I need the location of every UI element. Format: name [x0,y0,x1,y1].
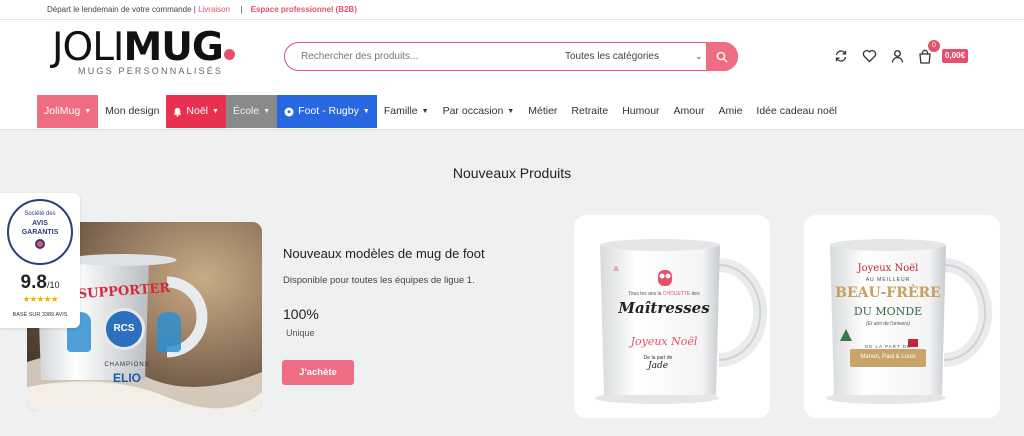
product-card-beau-frere[interactable]: Joyeux Noël AU MEILLEUR BEAU-FRÈRE DU MO… [804,215,1000,418]
nav-label: Famille [383,105,418,117]
nav-label: Retraite [571,105,609,117]
medal-icon [35,239,45,249]
review-score: 9.8/10 [0,272,80,294]
nav-label: Métier [528,105,558,117]
logo-text-bold: MUG [123,25,223,70]
nav-item-retraite[interactable]: Retraite [564,95,615,128]
nav-label: Noël [186,105,209,117]
topbar-separator: | [240,5,243,14]
nav-item-mon-design[interactable]: Mon design [98,95,166,128]
mug1-sign-name: Jade [647,361,669,371]
mug1-owl-word: CHOUETTE [662,291,691,297]
nav-item-foot-rugby[interactable]: Foot - Rugby ▼ [277,95,377,128]
mug1-line1: Tous les ans la CHOUETTE des [614,291,714,297]
chevron-down-icon: ▼ [212,108,219,115]
logo-text-light: JOLI [52,25,124,70]
cart-count-badge: 0 [928,40,940,52]
nav-item-jolimug[interactable]: JoliMug ▼ [37,95,99,128]
header-icons [833,46,933,66]
mug1-big-text: Maîtresses [618,299,710,317]
nav-item-idee-cadeau[interactable]: Idée cadeau noël [749,95,844,128]
nav-label: Amie [718,105,743,117]
nav-item-metier[interactable]: Métier [521,95,564,128]
mug1-line2-text: des [691,291,700,297]
top-info-bar: Départ le lendemain de votre commande | … [0,0,1024,20]
nav-item-amie[interactable]: Amie [711,95,749,128]
chevron-down-icon[interactable]: ⌄ [695,43,703,70]
category-select[interactable]: Toutes les catégories [565,43,659,70]
site-header: JOLIMUG MUGS PERSONNALISÉS Toutes les ca… [0,20,1024,130]
search-input[interactable] [301,43,551,70]
product-description: Disponible pour toutes les équipes de li… [283,275,475,286]
mug2-from-text: DE LA PART DE [864,344,911,349]
logo-tagline: MUGS PERSONNALISÉS [78,66,224,76]
chevron-down-icon: ▼ [421,108,429,115]
b2b-link[interactable]: Espace professionnel (B2B) [251,5,357,14]
compare-icon[interactable] [833,48,849,64]
mug2-top-text: Joyeux Noël [857,263,919,274]
chevron-down-icon: ▼ [507,108,515,115]
badge-line3: GARANTIS [21,229,59,236]
club-crest-icon: RCS [103,308,145,350]
star-rating-icon: ★★★★★ [22,294,58,304]
mug2-sub-text: AU MEILLEUR [865,277,911,283]
badge-line1: Société des [24,211,56,217]
ball-icon [284,107,294,116]
mug2-small-text: (Et ami de l'univers) [865,321,911,327]
site-logo[interactable]: JOLIMUG MUGS PERSONNALISÉS [52,28,242,80]
section-title: Nouveaux Produits [452,165,572,181]
product-card-maitresses[interactable]: Tous les ans la CHOUETTE des Maîtresses … [574,215,770,418]
mug2-big-text: BEAU-FRÈRE [835,285,941,301]
chevron-down-icon: ▼ [84,108,92,115]
nav-label: Foot - Rugby [298,105,359,117]
search-icon [716,51,728,62]
nav-item-humour[interactable]: Humour [615,95,666,128]
mug1-wish-text: Joyeux Noël [630,335,698,348]
delivery-link[interactable]: Livraison [198,5,230,14]
nav-label: Humour [622,105,660,117]
mug2-names-text: Manon, Paul & Louis [860,354,916,360]
review-score-value: 9.8 [20,272,47,293]
product-percent: 100% [283,306,319,322]
mug1-line1-text: Tous les ans la [628,291,662,297]
review-score-max: /10 [46,280,60,290]
logo-dot [223,49,235,60]
nav-item-noel[interactable]: Noël ▼ [166,95,226,128]
buy-button[interactable]: J'achète [282,360,354,385]
nav-label: École [232,105,260,117]
product-unit: Unique [286,328,315,338]
nav-item-amour[interactable]: Amour [667,95,712,128]
nav-label: Amour [673,105,705,117]
review-count: BASÉ SUR 3389 AVIS [12,312,68,318]
mug2-mid-text: DU MONDE [853,305,923,318]
product-title[interactable]: Nouveaux modèles de mug de foot [283,246,485,261]
player-silhouette-right [157,312,181,352]
badge-line2: AVIS [32,220,48,227]
bell-icon [173,107,182,117]
reviews-badge[interactable]: Société des AVIS GARANTIS 9.8/10 ★★★★★ B… [0,193,80,328]
main-nav: JoliMug ▼ Mon design Noël ▼ École ▼ Foot - … [37,95,844,128]
mug-bottom-text: CHAMPIONS [104,362,150,368]
nav-label: JoliMug [44,105,81,117]
nav-item-par-occasion[interactable]: Par occasion ▼ [436,95,522,128]
nav-label: Idée cadeau noël [756,105,837,117]
search-button[interactable] [706,42,738,71]
chevron-down-icon: ▼ [362,108,370,115]
user-icon[interactable] [889,48,905,64]
nav-item-ecole[interactable]: École ▼ [225,95,278,128]
chevron-down-icon: ▼ [263,108,271,115]
delivery-info: Départ le lendemain de votre commande | [47,5,196,14]
search-bar: Toutes les catégories ⌄ [284,42,738,71]
heart-icon[interactable] [861,48,877,64]
nav-label: Mon design [105,105,160,117]
nav-item-famille[interactable]: Famille ▼ [377,95,436,128]
club-crest-text: RCS [113,323,135,334]
nav-label: Par occasion [442,105,504,117]
cart-total[interactable]: 0,00€ [942,49,969,63]
mug-name-text: ELIO [112,371,141,385]
